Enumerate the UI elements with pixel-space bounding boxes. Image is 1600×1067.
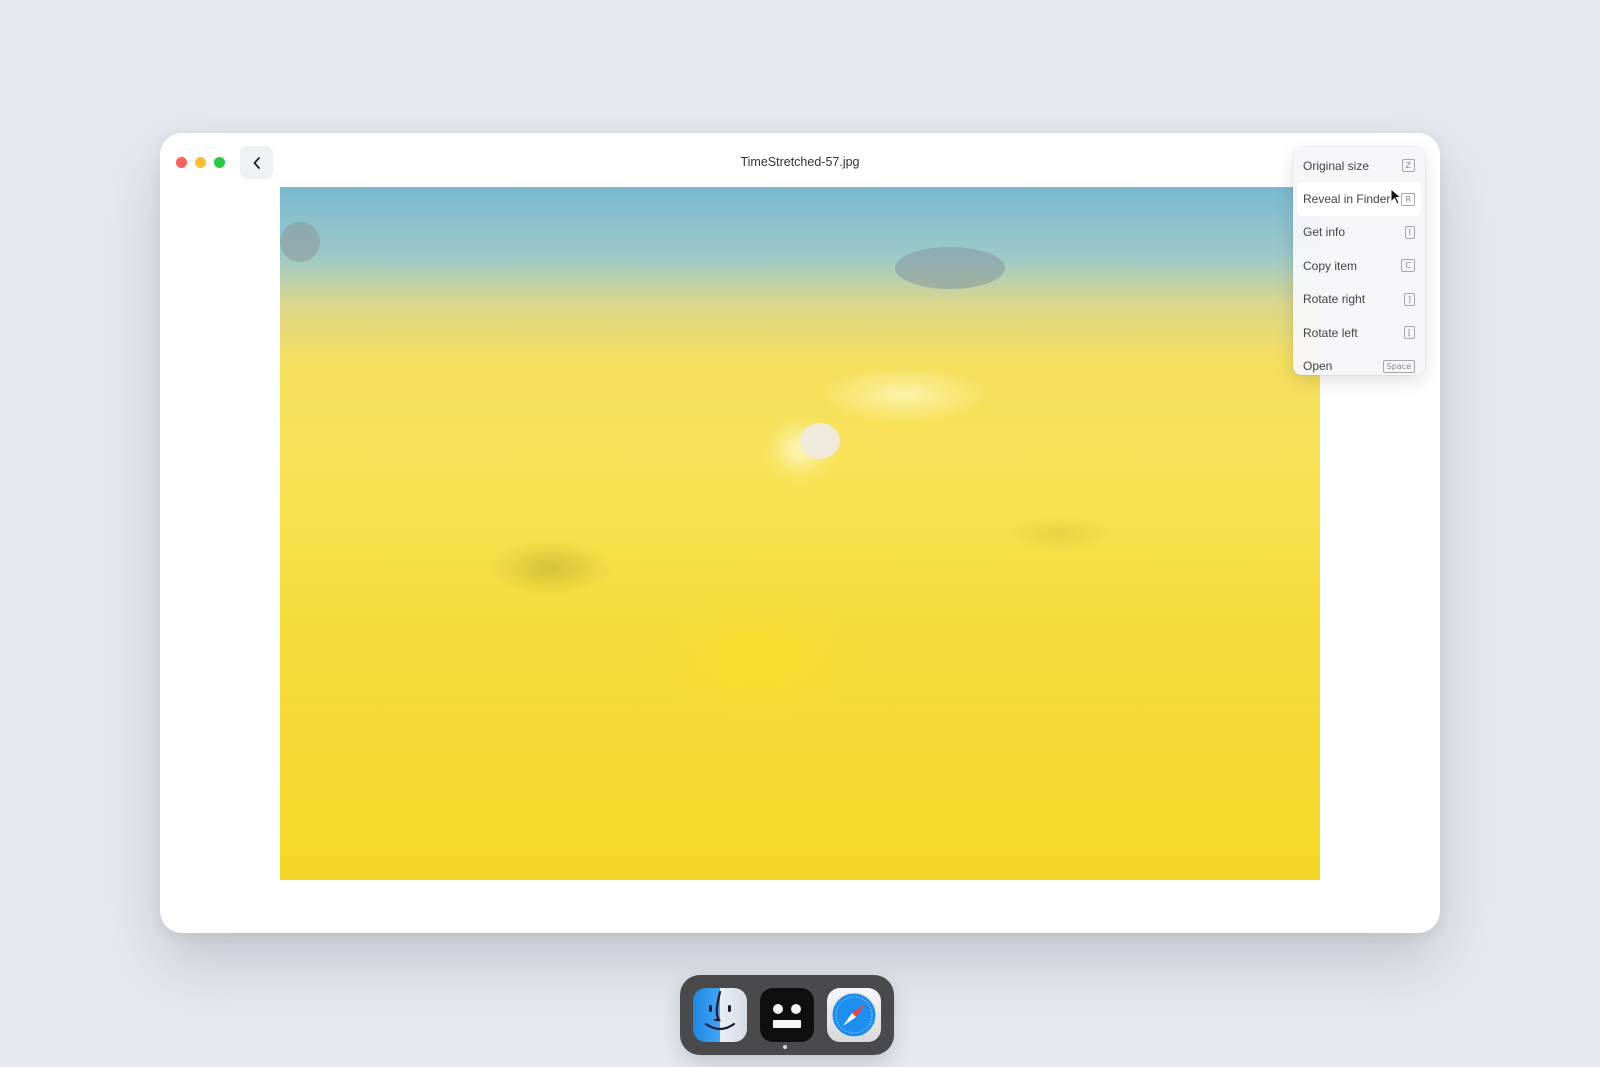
finder-face-icon [704, 990, 736, 1031]
menu-item-reveal-in-finder[interactable]: Reveal in Finder R [1297, 182, 1421, 216]
photo-preview[interactable] [280, 187, 1320, 880]
shortcut-key: I [1404, 225, 1415, 239]
compass-icon [831, 992, 877, 1038]
photo-rock [800, 423, 840, 459]
menu-item-label: Get info [1303, 225, 1346, 240]
shortcut-key: [ [1403, 326, 1415, 340]
finder-icon[interactable] [693, 988, 747, 1042]
photo-cloud-left [280, 222, 320, 262]
shortcut-key: Z [1401, 159, 1415, 173]
window-title: TimeStretched-57.jpg [740, 155, 860, 169]
menu-item-copy-item[interactable]: Copy item C [1297, 249, 1421, 282]
dock [680, 975, 894, 1055]
menu-item-label: Rotate right [1303, 292, 1366, 307]
shortcut-key: ] [1403, 292, 1415, 306]
photo-cloud-right [895, 247, 1005, 289]
menu-item-label: Reveal in Finder [1303, 192, 1391, 207]
menu-item-label: Open [1303, 359, 1333, 374]
context-menu: Original size Z Reveal in Finder R Get i… [1293, 147, 1425, 375]
shortcut-key: Space [1382, 359, 1415, 373]
robot-app-icon[interactable] [760, 988, 814, 1042]
mouse-pointer-icon [1390, 188, 1402, 205]
menu-item-rotate-right[interactable]: Rotate right ] [1297, 283, 1421, 316]
menu-item-label: Rotate left [1303, 325, 1358, 340]
menu-item-get-info[interactable]: Get info I [1297, 216, 1421, 249]
image-viewer-window: TimeStretched-57.jpg Original size Z Rev… [160, 133, 1440, 933]
menu-item-rotate-left[interactable]: Rotate left [ [1297, 316, 1421, 349]
shortcut-key: C [1401, 259, 1415, 273]
menu-item-open[interactable]: Open Space [1297, 349, 1421, 382]
safari-icon[interactable] [827, 988, 881, 1042]
dock-running-indicator [783, 1045, 787, 1049]
menu-item-label: Original size [1303, 158, 1370, 173]
menu-item-original-size[interactable]: Original size Z [1297, 149, 1421, 182]
menu-item-label: Copy item [1303, 258, 1358, 273]
shortcut-key: R [1401, 192, 1415, 206]
robot-face-icon [773, 1004, 801, 1028]
